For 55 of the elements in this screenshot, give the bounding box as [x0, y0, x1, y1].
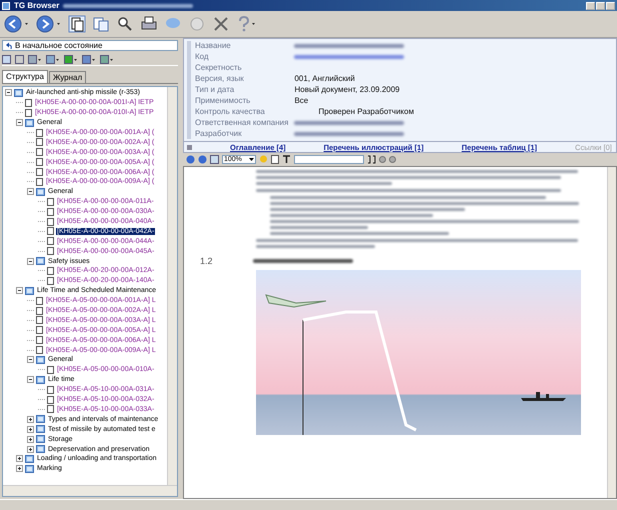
forward-icon[interactable]: [198, 155, 207, 164]
text-icon[interactable]: [282, 155, 291, 164]
field-label: Секретность: [195, 63, 243, 73]
field-value: Новый документ, 23.09.2009: [294, 85, 401, 95]
page-icon[interactable]: [210, 155, 219, 164]
field-label: Версия, язык: [195, 74, 245, 84]
folder-icon: [36, 188, 45, 196]
expand-icon[interactable]: [16, 465, 23, 472]
page-icon[interactable]: [271, 155, 279, 164]
folder-icon: [25, 118, 34, 127]
app-icon: [2, 2, 10, 10]
section-number: 1.2: [200, 256, 213, 266]
documents-icon[interactable]: [68, 15, 86, 33]
folder-icon: [25, 286, 34, 295]
folder-icon: [36, 376, 45, 384]
expand-icon[interactable]: [27, 436, 34, 443]
vertical-scrollbar[interactable]: [607, 167, 616, 498]
expand-icon[interactable]: [27, 446, 34, 452]
maximize-button[interactable]: [596, 2, 605, 10]
folder-icon: [36, 257, 45, 266]
copy-icon[interactable]: [92, 15, 110, 33]
horizontal-scrollbar[interactable]: [3, 485, 177, 496]
caret-icon: [249, 158, 254, 161]
folder-icon: [14, 88, 23, 97]
expand-icon[interactable]: [27, 426, 34, 433]
minimize-button[interactable]: [586, 2, 595, 10]
reset-button[interactable]: В начальное состояние: [2, 40, 178, 51]
tab[interactable]: Структура: [2, 70, 48, 83]
tab[interactable]: Журнал: [48, 71, 86, 83]
field-value: Все: [294, 96, 310, 106]
undo-icon: [5, 42, 12, 49]
document-icon: [47, 366, 54, 374]
field-label: Контроль качества: [195, 107, 266, 117]
field-label: Разработчик: [195, 129, 243, 139]
vertical-scrollbar[interactable]: [167, 87, 177, 485]
forward-icon[interactable]: [36, 15, 62, 33]
window-title: TG Browser: [14, 1, 60, 10]
field-label: Название: [195, 41, 232, 51]
field-value: 001, Английский: [294, 74, 356, 84]
splitter-handle[interactable]: [187, 41, 191, 139]
folder-icon: [36, 356, 45, 364]
field-label: Тип и дата: [195, 85, 236, 95]
expand-icon[interactable]: [16, 455, 23, 462]
close-button[interactable]: [606, 2, 615, 10]
field-label: Применимость: [195, 96, 252, 106]
search-field[interactable]: [294, 155, 364, 164]
back-icon[interactable]: [186, 155, 195, 164]
page-icon[interactable]: [2, 54, 11, 64]
tools-icon[interactable]: [212, 15, 230, 33]
find-icon[interactable]: [116, 15, 134, 33]
field-value: Проверен Разработчиком: [317, 107, 414, 117]
back-icon[interactable]: [4, 15, 30, 33]
field-label: Код: [195, 52, 210, 62]
field-label: Ответственная компания: [195, 118, 288, 128]
expand-icon[interactable]: [27, 416, 34, 423]
